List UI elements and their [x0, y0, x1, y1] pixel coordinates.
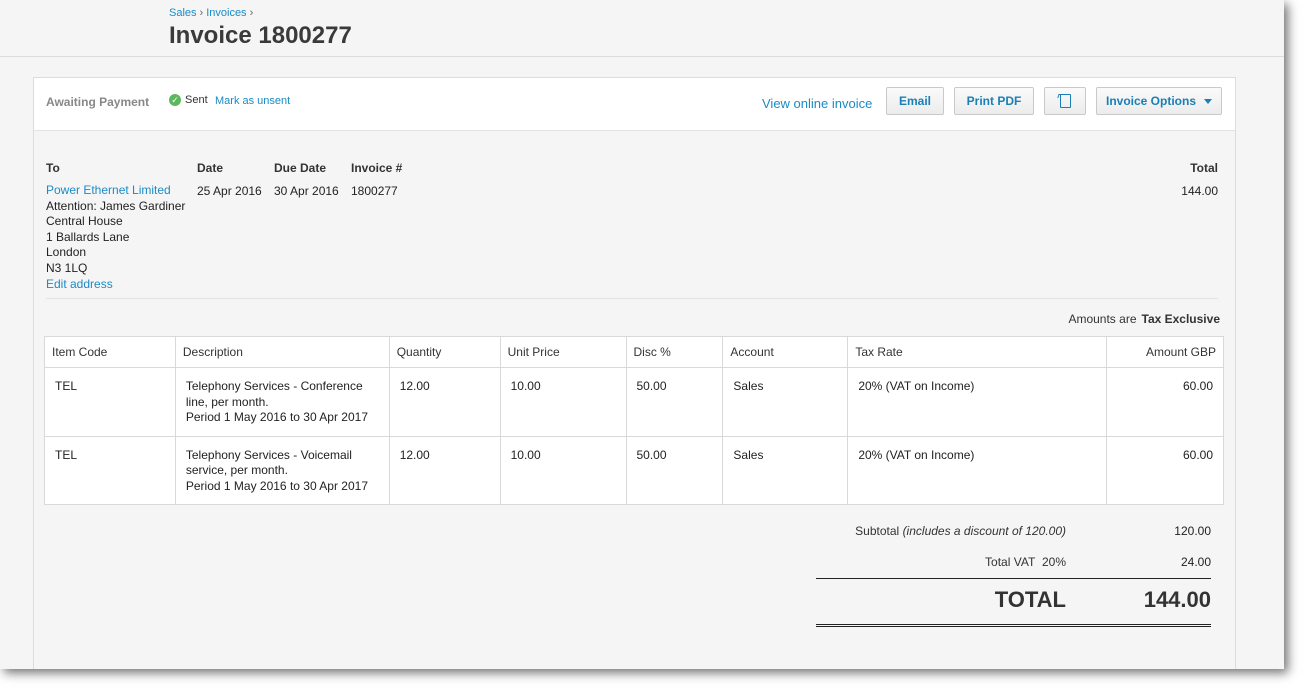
grand-total-value: 144.00	[1143, 587, 1211, 612]
description-line: Period 1 May 2016 to 30 Apr 2017	[185, 410, 369, 424]
totals-divider	[816, 578, 1211, 579]
copy-icon	[1059, 94, 1071, 108]
divider	[46, 298, 1218, 299]
amounts-mode: Tax Exclusive	[1141, 312, 1221, 326]
date-label: Date	[197, 161, 224, 175]
item-code: TEL	[44, 435, 176, 505]
address-line: Central House	[46, 214, 123, 229]
vat-text: Total VAT	[985, 555, 1036, 569]
total-label: Total	[1190, 161, 1218, 175]
to-label: To	[46, 161, 60, 175]
header-total: 144.00	[1181, 184, 1218, 198]
subtotal-label: Subtotal (includes a discount of 120.00)	[855, 524, 1066, 538]
unit-price: 10.00	[499, 435, 627, 505]
status-label: Awaiting Payment	[46, 95, 150, 109]
description-line: service, per month.	[185, 463, 288, 477]
subtotal-note: (includes a discount of 120.00)	[902, 524, 1066, 538]
description: Telephony Services - Voicemail service, …	[174, 435, 390, 505]
subtotal-text: Subtotal	[855, 524, 900, 538]
email-button[interactable]: Email	[886, 87, 944, 115]
address-line: 1 Ballards Lane	[46, 229, 130, 244]
invoice-page: Sales › Invoices › Invoice 1800277 Awaiting…	[0, 0, 1284, 669]
edit-address-link[interactable]: Edit address	[46, 277, 185, 293]
amounts-prefix: Amounts are	[1068, 312, 1137, 326]
description-line: Period 1 May 2016 to 30 Apr 2017	[185, 478, 369, 493]
check-icon: ✓	[169, 94, 181, 106]
breadcrumb-separator: ›	[199, 7, 204, 19]
column-header: Account	[722, 336, 849, 368]
address-postcode: N3 1LQ	[46, 260, 88, 275]
invoice-number: 1800277	[351, 184, 398, 198]
table-row: TEL Telephony Services - Voicemail servi…	[44, 435, 1224, 505]
description-line: Telephony Services - Conference	[185, 379, 363, 393]
address-attention: Attention: James Gardiner	[46, 198, 186, 213]
column-header: Disc %	[625, 336, 724, 368]
quantity: 12.00	[388, 435, 501, 505]
vat-value: 24.00	[1180, 555, 1211, 569]
column-header: Unit Price	[499, 336, 627, 368]
description-line: line, per month.	[185, 394, 269, 409]
caret-down-icon	[1204, 98, 1212, 104]
tax-rate: 20% (VAT on Income)	[847, 367, 1108, 437]
account: Sales	[722, 435, 849, 505]
sent-label: Sent	[185, 94, 208, 106]
column-header: Tax Rate	[847, 336, 1108, 368]
discount: 50.00	[625, 435, 724, 505]
amount: 60.00	[1106, 435, 1224, 505]
mark-as-unsent-link[interactable]: Mark as unsent	[215, 95, 290, 107]
table-row: TEL Telephony Services - Conference line…	[44, 367, 1224, 437]
amount: 60.00	[1106, 367, 1224, 437]
breadcrumb-sales[interactable]: Sales	[169, 7, 197, 19]
invoice-date: 25 Apr 2016	[197, 184, 262, 198]
table-header-row: Item Code Description Quantity Unit Pric…	[44, 336, 1224, 368]
invoice-options-label: Invoice Options	[1105, 94, 1196, 108]
copy-button[interactable]	[1044, 87, 1086, 115]
view-online-invoice-link[interactable]: View online invoice	[762, 96, 872, 111]
account: Sales	[722, 367, 849, 437]
unit-price: 10.00	[499, 367, 627, 437]
print-pdf-button[interactable]: Print PDF	[954, 87, 1034, 115]
breadcrumb-separator: ›	[249, 7, 254, 19]
vat-label: Total VAT 20%	[985, 555, 1066, 569]
sent-status: ✓ Sent	[169, 94, 208, 106]
discount: 50.00	[625, 367, 724, 437]
breadcrumb-invoices[interactable]: Invoices	[206, 7, 246, 19]
tax-rate: 20% (VAT on Income)	[847, 435, 1108, 505]
line-items-table: Item Code Description Quantity Unit Pric…	[44, 336, 1224, 505]
description-line: Telephony Services - Voicemail	[185, 447, 352, 462]
subtotal-value: 120.00	[1174, 524, 1211, 538]
grand-total-label: TOTAL	[994, 587, 1066, 612]
column-header: Quantity	[388, 336, 501, 368]
item-code: TEL	[44, 367, 176, 437]
invoice-options-button[interactable]: Invoice Options	[1096, 87, 1222, 115]
description: Telephony Services - Conference line, pe…	[174, 367, 390, 437]
double-underline	[816, 624, 1211, 627]
vat-rate: 20%	[1041, 555, 1066, 569]
breadcrumb: Sales › Invoices ›	[169, 7, 256, 19]
invoice-toolbar: Awaiting Payment ✓ Sent Mark as unsent V…	[34, 78, 1235, 131]
column-header: Amount GBP	[1106, 336, 1224, 368]
page-title: Invoice 1800277	[169, 22, 352, 49]
quantity: 12.00	[388, 367, 501, 437]
address-city: London	[46, 245, 87, 260]
column-header: Description	[174, 336, 390, 368]
contact-name-link[interactable]: Power Ethernet Limited	[46, 183, 185, 199]
page-header: Sales › Invoices › Invoice 1800277	[0, 0, 1284, 57]
invoice-panel: Awaiting Payment ✓ Sent Mark as unsent V…	[33, 77, 1236, 669]
column-header: Item Code	[44, 336, 176, 368]
invoice-number-label: Invoice #	[351, 161, 403, 175]
due-date-label: Due Date	[274, 161, 327, 175]
amounts-are: Amounts are Tax Exclusive	[1068, 312, 1220, 326]
address-block: Power Ethernet Limited Attention: James …	[46, 183, 185, 292]
due-date: 30 Apr 2016	[274, 184, 339, 198]
